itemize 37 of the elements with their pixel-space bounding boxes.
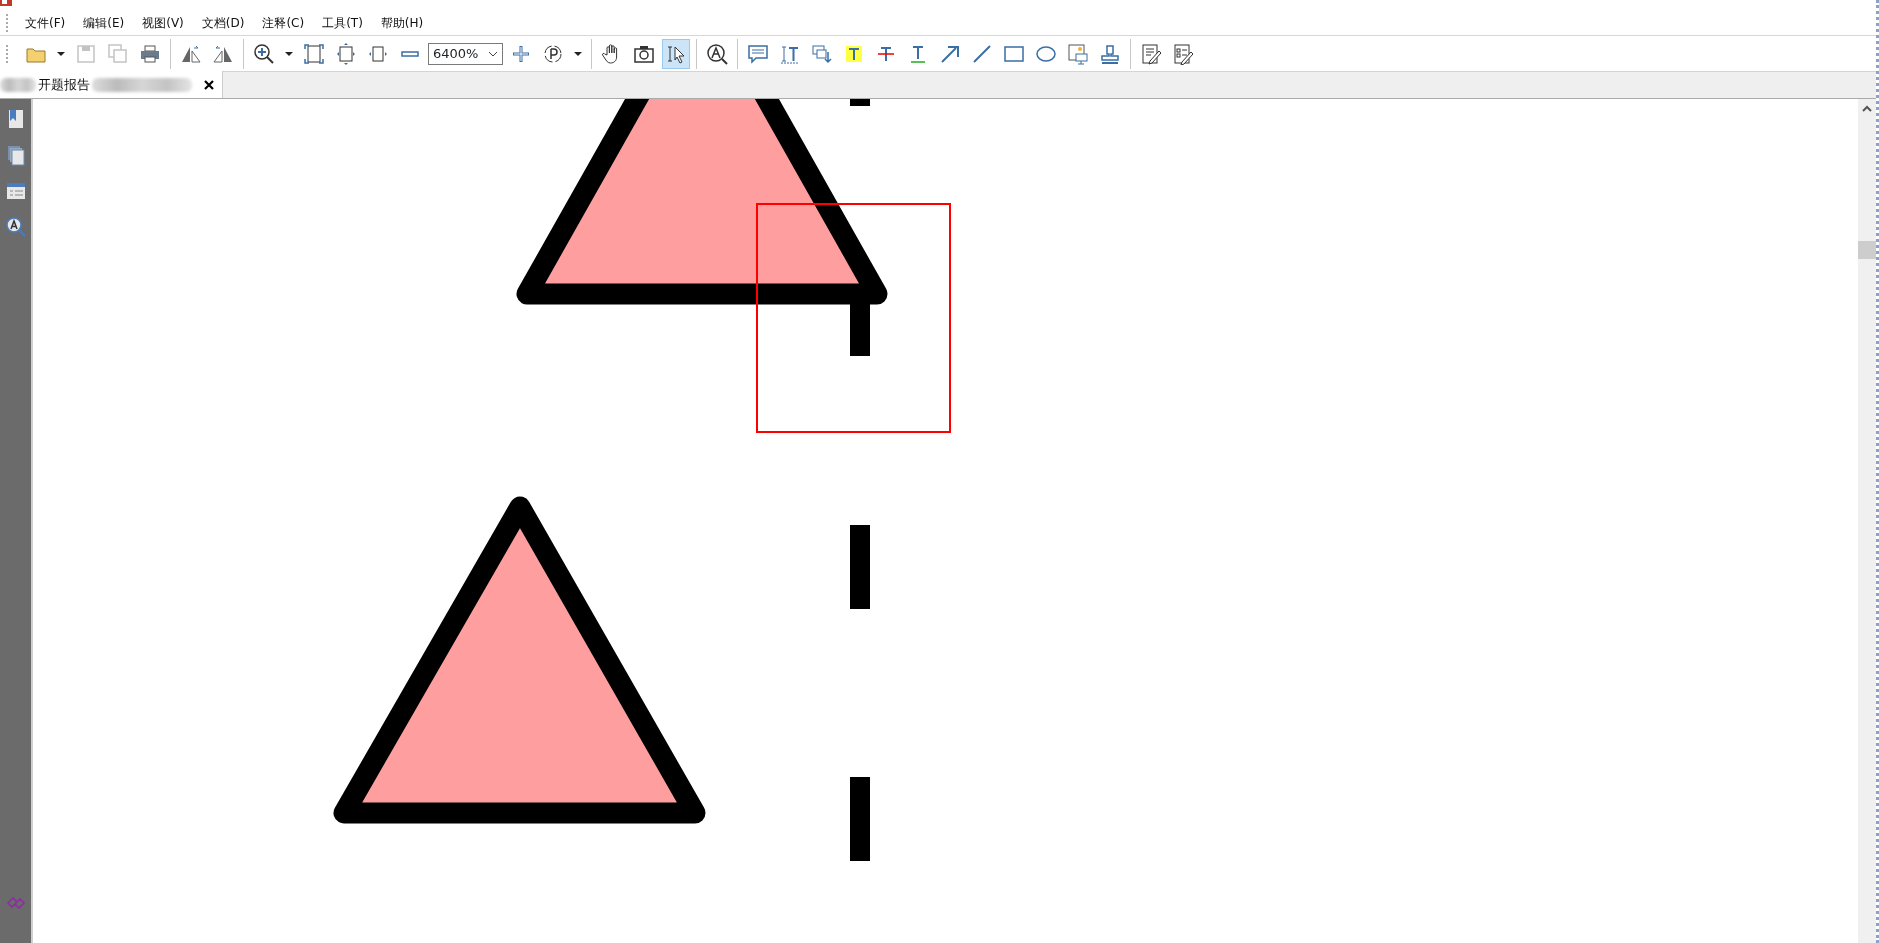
fit-page-icon	[303, 42, 325, 65]
caret-icon	[574, 51, 582, 56]
zoom-in-icon	[253, 42, 275, 65]
floppy-disks-icon	[107, 42, 129, 65]
zoom-field[interactable]: 6400%	[428, 42, 503, 65]
menu-item[interactable]: 文档(D)	[192, 13, 254, 32]
replace-text-icon	[811, 42, 833, 65]
image-icon	[1067, 42, 1089, 65]
search-icon	[4, 216, 27, 238]
stamp-icon	[1099, 42, 1121, 65]
fit-height-icon	[335, 42, 357, 65]
blurred-area	[0, 77, 36, 92]
menu-item[interactable]: 编辑(E)	[74, 13, 134, 32]
menu-item[interactable]: 视图(V)	[133, 13, 193, 32]
menu-item[interactable]: 帮助(H)	[371, 13, 433, 32]
line-icon	[971, 42, 993, 65]
layers-panel-icon	[4, 180, 27, 202]
menu-item[interactable]: 注释(C)	[253, 13, 314, 32]
chevron-icon	[488, 50, 498, 57]
dash-mark	[850, 303, 870, 356]
caret-icon	[285, 51, 293, 56]
minus-icon	[401, 50, 419, 57]
caret-icon	[57, 51, 65, 56]
comment-icon	[747, 42, 769, 65]
scroll-up-icon[interactable]	[1862, 105, 1872, 113]
document-tab[interactable]: 开题报告	[0, 71, 223, 98]
text-cursor-button[interactable]	[662, 38, 690, 69]
form-edit-icon	[1172, 42, 1194, 65]
menu-item[interactable]: 文件(F)	[16, 13, 75, 32]
printer-icon	[139, 42, 161, 65]
tab-title: 开题报告	[38, 75, 90, 94]
dash-mark	[850, 99, 870, 106]
scrollbar-thumb[interactable]	[1858, 241, 1876, 259]
selection-rectangle[interactable]	[756, 203, 951, 433]
edit-document-icon	[1140, 42, 1162, 65]
find-text-icon	[706, 42, 728, 65]
menu-item[interactable]: 工具(T)	[313, 13, 372, 32]
